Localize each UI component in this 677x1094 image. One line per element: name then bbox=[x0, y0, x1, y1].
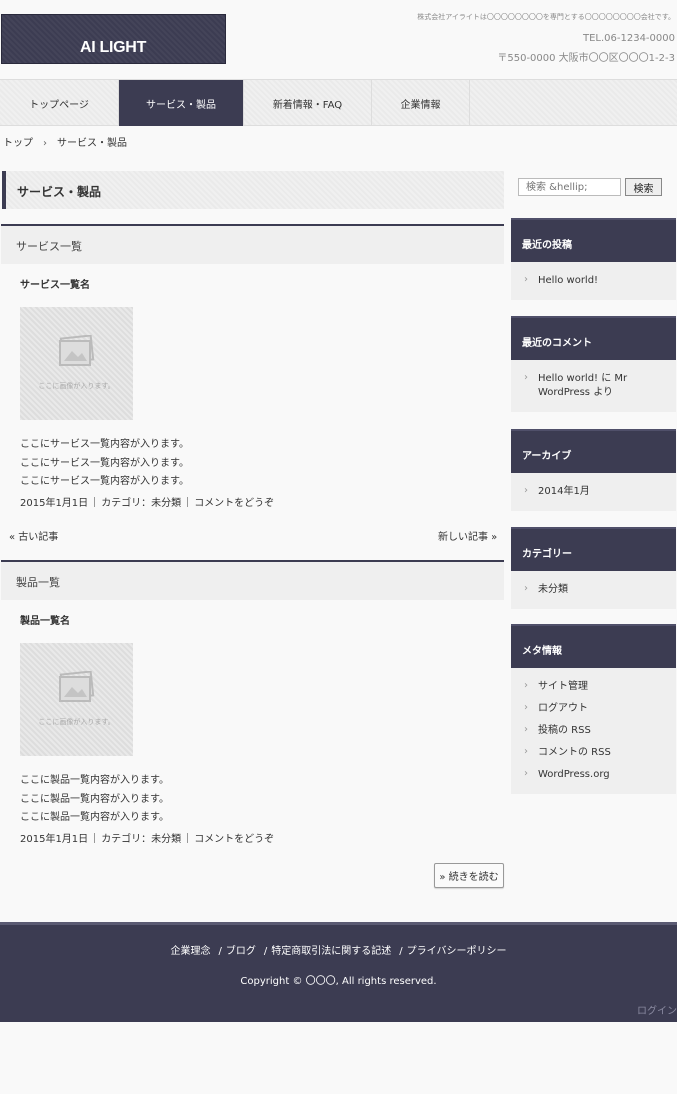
post-meta: 2015年1月1日 カテゴリ：未分類 コメントをどうぞ bbox=[20, 494, 274, 509]
widget-link[interactable]: 2014年1月 bbox=[511, 481, 676, 503]
widget-recent-posts: 最近の投稿 Hello world! bbox=[511, 218, 676, 300]
post-category[interactable]: カテゴリ：未分類 bbox=[101, 498, 181, 509]
meta-divider bbox=[94, 497, 96, 507]
header-address: 〒550-0000 大阪市〇〇区〇〇〇1-2-3 bbox=[497, 53, 675, 64]
global-nav: トップページ サービス・製品 新着情報・FAQ 企業情報 bbox=[0, 79, 677, 126]
widget-meta: メタ情報 サイト管理 ログアウト 投稿の RSS コメントの RSS WordP… bbox=[511, 624, 676, 794]
widget-link[interactable]: コメントの RSS bbox=[511, 742, 676, 764]
pager-older[interactable]: « 古い記事 bbox=[9, 528, 58, 543]
widget-title: カテゴリー bbox=[511, 527, 676, 571]
meta-divider bbox=[187, 833, 189, 843]
post-body-line: ここに製品一覧内容が入ります。 bbox=[20, 775, 169, 786]
logo-text: AI LIGHT bbox=[80, 39, 147, 56]
section-heading-products: 製品一覧 bbox=[1, 560, 504, 600]
image-placeholder-icon bbox=[59, 335, 95, 366]
nav-label: 新着情報・FAQ bbox=[272, 99, 343, 111]
footer-link-privacy[interactable]: プライバシーポリシー bbox=[407, 946, 507, 957]
nav-item-top[interactable]: トップページ bbox=[0, 80, 119, 126]
meta-divider bbox=[94, 833, 96, 843]
widget-link[interactable]: サイト管理 bbox=[511, 676, 676, 698]
widget-link[interactable]: 未分類 bbox=[511, 579, 676, 601]
search-button[interactable]: 検索 bbox=[625, 178, 662, 196]
widget-link[interactable]: Hello world! に Mr WordPress より bbox=[511, 368, 636, 404]
widget-title: メタ情報 bbox=[511, 624, 676, 668]
post-title[interactable]: 製品一覧名 bbox=[20, 612, 70, 627]
post-body-line: ここにサービス一覧内容が入ります。 bbox=[20, 439, 189, 450]
section-heading-services: サービス一覧 bbox=[1, 224, 504, 264]
read-more-button[interactable]: » 続きを読む bbox=[434, 863, 504, 888]
meta-divider bbox=[187, 497, 189, 507]
site-footer: 企業理念 / ブログ / 特定商取引法に関する記述 / プライバシーポリシー Copyrig… bbox=[0, 922, 677, 1022]
page-title-text: サービス・製品 bbox=[17, 185, 102, 199]
copyright: Copyright © 〇〇〇, All rights reserved. bbox=[240, 976, 437, 987]
widget-link[interactable]: 投稿の RSS bbox=[511, 720, 676, 742]
widget-title: 最近の投稿 bbox=[511, 218, 676, 262]
header-tel: TEL.06-1234-0000 bbox=[582, 33, 675, 44]
footer-link-philosophy[interactable]: 企業理念 bbox=[171, 946, 211, 957]
widget-link[interactable]: ログアウト bbox=[511, 698, 676, 720]
breadcrumb-home[interactable]: トップ bbox=[3, 138, 33, 149]
footer-link-commerce-law[interactable]: 特定商取引法に関する記述 bbox=[271, 946, 391, 957]
nav-label: 企業情報 bbox=[400, 99, 441, 111]
site-logo[interactable]: AI LIGHT bbox=[1, 14, 226, 64]
post-thumbnail[interactable]: ここに画像が入ります。 bbox=[20, 643, 133, 756]
search-input[interactable] bbox=[518, 178, 621, 196]
footer-separator: / bbox=[399, 946, 403, 957]
post-body-line: ここに製品一覧内容が入ります。 bbox=[20, 812, 169, 823]
pager-newer[interactable]: 新しい記事 » bbox=[438, 528, 497, 543]
post-comment-link[interactable]: コメントをどうぞ bbox=[194, 834, 274, 845]
nav-item-news-faq[interactable]: 新着情報・FAQ bbox=[244, 80, 372, 126]
footer-links: 企業理念 / ブログ / 特定商取引法に関する記述 / プライバシーポリシー bbox=[0, 942, 677, 957]
image-placeholder-icon bbox=[59, 671, 95, 702]
nav-label: サービス・製品 bbox=[146, 99, 216, 111]
footer-link-blog[interactable]: ブログ bbox=[226, 946, 256, 957]
section-heading-text: 製品一覧 bbox=[16, 576, 60, 589]
footer-separator: / bbox=[218, 946, 222, 957]
widget-link[interactable]: Hello world! bbox=[511, 270, 676, 292]
widget-title: アーカイブ bbox=[511, 429, 676, 473]
breadcrumb: トップ › サービス・製品 bbox=[3, 134, 127, 149]
widget-recent-comments: 最近のコメント Hello world! に Mr WordPress より bbox=[511, 316, 676, 412]
image-caption: ここに画像が入ります。 bbox=[38, 382, 115, 390]
post-date[interactable]: 2015年1月1日 bbox=[20, 498, 88, 509]
site-tagline: 株式会社アイライトは〇〇〇〇〇〇〇〇を専門とする〇〇〇〇〇〇〇〇会社です。 bbox=[417, 13, 675, 21]
widget-title: 最近のコメント bbox=[511, 316, 676, 360]
breadcrumb-separator: › bbox=[43, 138, 47, 149]
nav-item-company[interactable]: 企業情報 bbox=[372, 80, 470, 126]
nav-item-services[interactable]: サービス・製品 bbox=[119, 80, 244, 126]
widget-link[interactable]: WordPress.org bbox=[511, 764, 676, 786]
post-body-line: ここにサービス一覧内容が入ります。 bbox=[20, 476, 189, 487]
post-date[interactable]: 2015年1月1日 bbox=[20, 834, 88, 845]
page-title: サービス・製品 bbox=[2, 171, 504, 209]
breadcrumb-current: サービス・製品 bbox=[57, 138, 127, 149]
image-caption: ここに画像が入ります。 bbox=[38, 718, 115, 726]
footer-separator: / bbox=[263, 946, 268, 957]
post-body-line: ここにサービス一覧内容が入ります。 bbox=[20, 458, 189, 469]
post-body-line: ここに製品一覧内容が入ります。 bbox=[20, 794, 169, 805]
widget-categories: カテゴリー 未分類 bbox=[511, 527, 676, 609]
post-comment-link[interactable]: コメントをどうぞ bbox=[194, 498, 274, 509]
widget-archives: アーカイブ 2014年1月 bbox=[511, 429, 676, 511]
post-meta: 2015年1月1日 カテゴリ：未分類 コメントをどうぞ bbox=[20, 830, 274, 845]
post-title[interactable]: サービス一覧名 bbox=[20, 276, 90, 291]
nav-label: トップページ bbox=[29, 99, 89, 111]
post-category[interactable]: カテゴリ：未分類 bbox=[101, 834, 181, 845]
post-thumbnail[interactable]: ここに画像が入ります。 bbox=[20, 307, 133, 420]
section-heading-text: サービス一覧 bbox=[16, 240, 82, 253]
login-link[interactable]: ログイン bbox=[637, 1002, 677, 1017]
